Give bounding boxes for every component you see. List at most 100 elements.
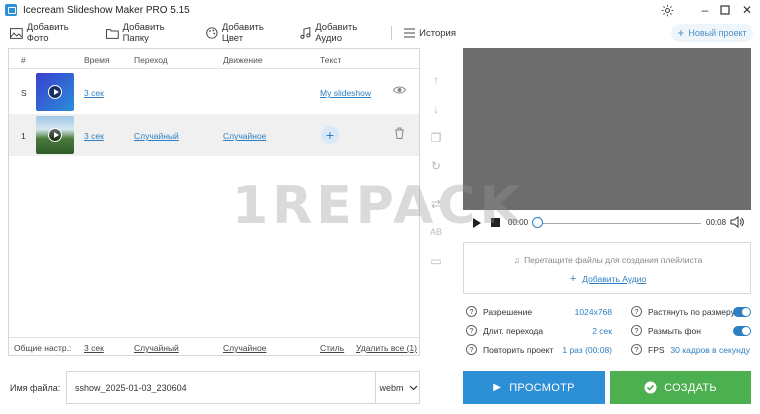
music-note-icon [300, 27, 311, 39]
toolbar: Добавить Фото Добавить Папку Добавить Цв… [0, 22, 460, 44]
history-button[interactable]: История [404, 28, 456, 39]
total-time: 00:08 [706, 218, 727, 227]
delete-all-link[interactable]: Удалить все (1) [356, 343, 417, 353]
music-note-icon: ♫ [513, 255, 521, 265]
add-photo-label: Добавить Фото [26, 22, 69, 44]
add-folder-button[interactable]: Добавить Папку [105, 22, 192, 44]
help-icon[interactable]: ? [466, 325, 477, 336]
watermark-text: 1REPACK [232, 176, 524, 236]
add-audio-link[interactable]: + Добавить Аудио [464, 273, 752, 285]
global-transition[interactable]: Случайный [134, 343, 179, 353]
transition-value[interactable]: 2 сек [560, 326, 612, 336]
playlist-hint: ♫ Перетащите файлы для создания плейлиста [464, 255, 752, 265]
close-button[interactable]: ✕ [739, 2, 755, 18]
row-num: S [21, 88, 27, 98]
history-label: История [419, 27, 456, 39]
stretch-label: Растянуть по размеру [648, 306, 735, 317]
add-audio-label: Добавить Аудио [315, 22, 358, 44]
global-settings-row: Общие настр.: 3 сек Случайный Случайное … [9, 337, 419, 355]
row-time[interactable]: 3 сек [84, 131, 104, 141]
check-circle-icon [644, 381, 657, 394]
slide-thumbnail[interactable] [36, 116, 74, 154]
filename-label: Имя файла: [10, 383, 61, 393]
add-color-label: Добавить Цвет [221, 22, 264, 44]
folder-icon [105, 28, 119, 39]
help-icon[interactable]: ? [466, 306, 477, 317]
header-transition: Переход [134, 55, 168, 65]
help-icon[interactable]: ? [631, 306, 642, 317]
toolbar-divider [391, 26, 393, 40]
add-text-button[interactable]: + [321, 126, 339, 144]
table-row-slide-1[interactable]: 1 3 сек Случайный Случайное + [9, 114, 419, 156]
global-motion[interactable]: Случайное [223, 343, 266, 353]
maximize-button[interactable] [717, 2, 733, 18]
fps-label: FPS [648, 344, 665, 355]
global-time[interactable]: 3 сек [84, 343, 104, 353]
stretch-toggle[interactable] [733, 307, 751, 317]
playlist-hint-text: Перетащите файлы для создания плейлиста [524, 255, 703, 265]
new-project-label: Новый проект [688, 28, 747, 38]
image-icon [10, 27, 23, 39]
style-link[interactable]: Стиль [320, 343, 344, 353]
header-text: Текст [320, 55, 342, 65]
slide-thumbnail[interactable] [36, 73, 74, 111]
window-title: Icecream Slideshow Maker PRO 5.15 [23, 4, 190, 16]
add-audio-link-text: Добавить Аудио [582, 274, 647, 284]
gear-icon[interactable] [659, 2, 675, 18]
repeat-value[interactable]: 1 раз (00:08) [548, 345, 612, 355]
filename-input[interactable] [75, 383, 365, 393]
move-up-icon[interactable]: ↑ [426, 70, 446, 90]
blur-setting: ? Размыть фон [631, 325, 701, 336]
palette-icon [206, 27, 218, 39]
duplicate-icon[interactable]: ❐ [426, 128, 446, 148]
subtitle-icon[interactable]: ▭ [426, 251, 446, 271]
filename-box: webm [66, 371, 420, 404]
title-bar: Icecream Slideshow Maker PRO 5.15 [0, 0, 760, 20]
stretch-setting: ? Растянуть по размеру [631, 306, 735, 317]
table-header: # Время Переход Движение Текст [9, 49, 419, 69]
minimize-button[interactable]: – [697, 2, 713, 18]
help-icon[interactable]: ? [631, 325, 642, 336]
move-down-icon[interactable]: ↓ [426, 99, 446, 119]
blur-toggle[interactable] [733, 326, 751, 336]
transition-setting: ? Длит. перехода [466, 325, 543, 336]
chevron-down-icon [409, 385, 417, 390]
seek-knob[interactable] [532, 217, 543, 228]
playlist-drop-area[interactable]: ♫ Перетащите файлы для создания плейлиста… [463, 242, 751, 294]
header-num: # [21, 55, 26, 65]
trash-icon[interactable] [394, 127, 405, 141]
resolution-label: Разрешение [483, 306, 533, 317]
seek-track[interactable] [537, 223, 701, 224]
format-value: webm [379, 382, 404, 393]
rotate-icon[interactable]: ↻ [426, 156, 446, 176]
add-photo-button[interactable]: Добавить Фото [10, 22, 92, 44]
format-select[interactable]: webm [375, 372, 421, 403]
repeat-setting: ? Повторить проект [466, 344, 553, 355]
help-icon[interactable]: ? [466, 344, 477, 355]
help-icon[interactable]: ? [631, 344, 642, 355]
repeat-label: Повторить проект [483, 344, 554, 355]
new-project-button[interactable]: + Новый проект [671, 24, 753, 42]
preview-label: ПРОСМОТР [509, 381, 575, 394]
row-text[interactable]: My slideshow [320, 88, 371, 98]
add-color-button[interactable]: Добавить Цвет [206, 22, 286, 44]
volume-icon[interactable] [730, 216, 744, 230]
create-button[interactable]: СОЗДАТЬ [610, 371, 751, 404]
header-time: Время [84, 55, 110, 65]
fps-value[interactable]: 30 кадров в секунду [668, 345, 750, 355]
plus-icon: + [569, 273, 577, 285]
fps-setting: ? FPS [631, 344, 665, 355]
eye-icon[interactable] [392, 85, 407, 97]
table-row-title-slide[interactable]: S 3 сек My slideshow [9, 71, 419, 113]
preview-button[interactable]: ▶ ПРОСМОТР [463, 371, 605, 404]
row-num: 1 [21, 131, 26, 141]
add-folder-label: Добавить Папку [122, 22, 165, 44]
resolution-value[interactable]: 1024x768 [560, 307, 612, 317]
plus-icon: + [677, 26, 685, 40]
play-icon [48, 128, 62, 142]
row-transition[interactable]: Случайный [134, 131, 179, 141]
row-time[interactable]: 3 сек [84, 88, 104, 98]
row-motion[interactable]: Случайное [223, 131, 266, 141]
blur-label: Размыть фон [648, 325, 701, 336]
add-audio-button[interactable]: Добавить Аудио [300, 22, 385, 44]
